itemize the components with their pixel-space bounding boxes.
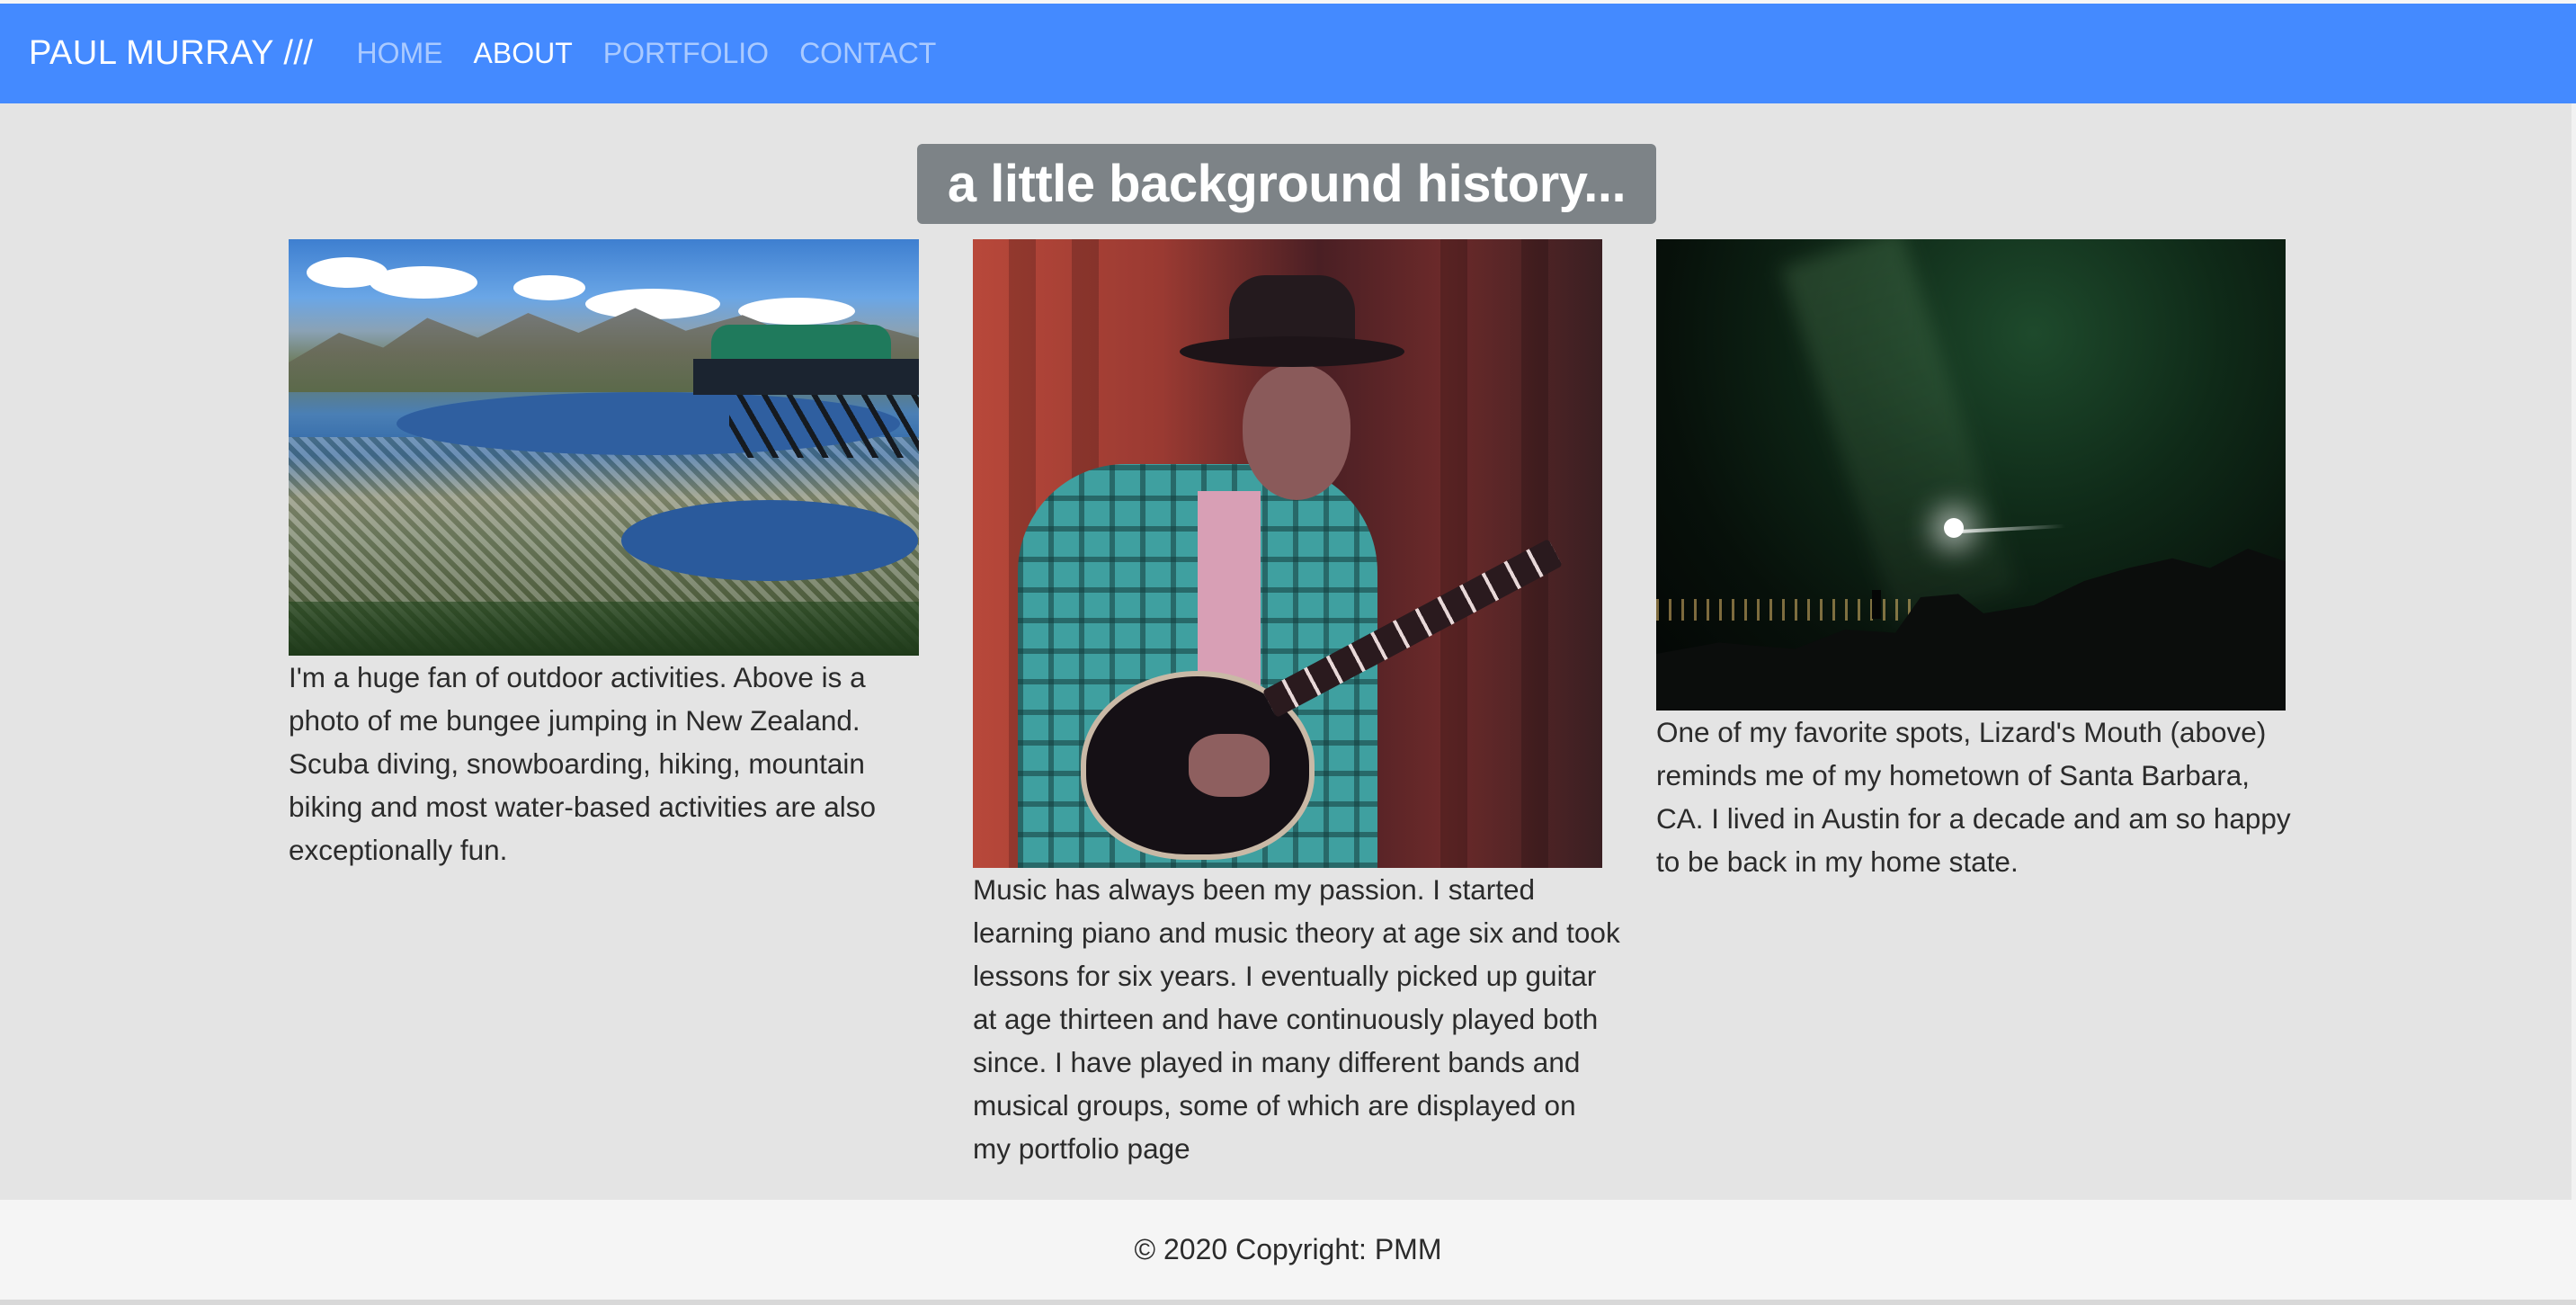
bottom-border (0, 1300, 2576, 1305)
navbar: PAUL MURRAY /// HOME ABOUT PORTFOLIO CON… (0, 4, 2576, 103)
scrollbar-gutter (2572, 103, 2576, 1200)
outdoor-activities-caption: I'm a huge fan of outdoor activities. Ab… (289, 661, 877, 866)
music-passion-caption: Music has always been my passion. I star… (973, 873, 1620, 1165)
nav-link-portfolio[interactable]: PORTFOLIO (603, 37, 769, 70)
page-heading: a little background history... (917, 144, 1656, 224)
nav-link-about[interactable]: ABOUT (474, 37, 573, 70)
brand-logo[interactable]: PAUL MURRAY /// (29, 34, 314, 73)
night-sky-photo (1656, 239, 2286, 711)
nav-link-home[interactable]: HOME (357, 37, 443, 70)
copyright-text: © 2020 Copyright: PMM (1134, 1233, 1442, 1265)
lizards-mouth-caption: One of my favorite spots, Lizard's Mouth… (1656, 716, 2291, 878)
footer: © 2020 Copyright: PMM (0, 1200, 2576, 1300)
guitarist-photo (973, 239, 1602, 868)
nav-link-contact[interactable]: CONTACT (799, 37, 936, 70)
bungee-jump-photo (289, 239, 919, 656)
